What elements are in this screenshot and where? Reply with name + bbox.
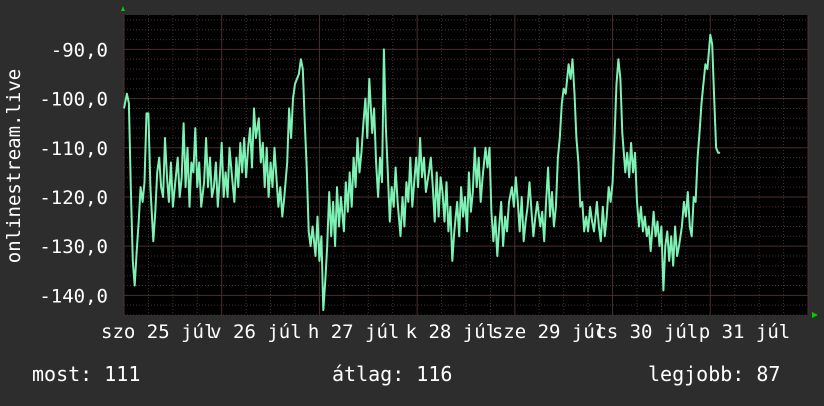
x-tick-label: szo 25 júl — [101, 321, 215, 343]
y-tick-labels: -90,0 -100,0 -110,0 -120,0 -130,0 -140,0 — [39, 39, 108, 307]
chart-svg: -90,0 -100,0 -110,0 -120,0 -130,0 -140,0 szo … — [3, 6, 818, 343]
x-tick-label: cs 30 júl — [595, 321, 698, 343]
x-tick-label: h 27 júl — [308, 321, 400, 343]
x-axis-arrow — [812, 312, 818, 318]
x-tick-labels: szo 25 júlv 26 júl h 27 júl k 28 júlsze 29… — [101, 321, 790, 343]
current-value: most: 111 — [32, 362, 141, 386]
x-tick-label: sze 29 júl — [492, 321, 606, 343]
y-axis-label: onlinestream.live — [3, 69, 25, 263]
y-tick-label: -110,0 — [39, 138, 108, 160]
x-tick-label: p 31 júl — [699, 321, 791, 343]
x-tick-label: v 26 júl — [210, 321, 302, 343]
y-tick-label: -130,0 — [39, 236, 108, 258]
y-tick-label: -140,0 — [39, 285, 108, 307]
chart-widget: -90,0 -100,0 -110,0 -120,0 -130,0 -140,0 szo … — [0, 0, 824, 402]
y-axis-arrow — [121, 6, 125, 11]
y-tick-label: -100,0 — [39, 89, 108, 111]
average-value: átlag: 116 — [332, 362, 453, 386]
best-value: legjobb: 87 — [648, 362, 781, 386]
y-tick-label: -90,0 — [51, 39, 108, 61]
y-tick-label: -120,0 — [39, 187, 108, 209]
x-tick-label: k 28 júl — [406, 321, 498, 343]
